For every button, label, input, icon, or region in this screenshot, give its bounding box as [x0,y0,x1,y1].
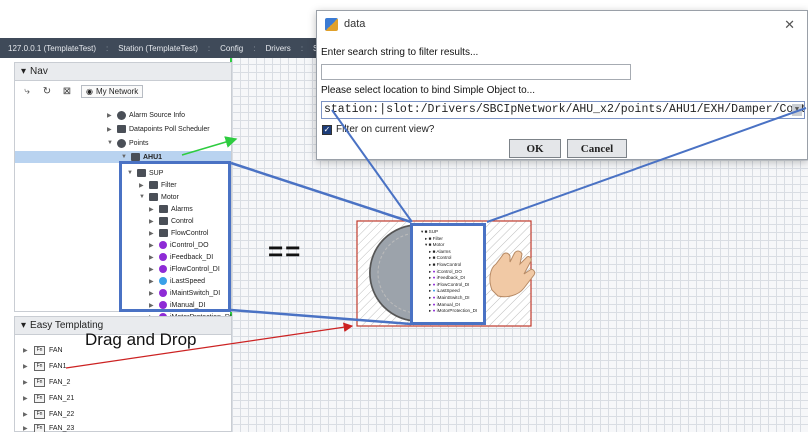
expand-icon[interactable]: ▶ [23,347,30,354]
preview-item: ▸ ● iControl_DO [429,268,462,274]
location-label: Please select location to bind Simple Ob… [321,85,536,96]
preview-item: ▸ ● iMotorProtection_DI [429,308,478,314]
template-item-fan-2[interactable]: ▶ Fn FAN_2 [23,375,70,389]
network-selector[interactable]: ◉ My Network [81,85,144,98]
preview-item: ▾ ■ Motor [425,242,445,248]
tab-host[interactable]: 127.0.0.1 (TemplateTest) [8,44,96,53]
nav-panel-header[interactable]: ▾ Nav [15,63,231,81]
tree-item-poll-scheduler[interactable]: ▶ Datapoints Poll Scheduler [107,123,210,135]
preview-item: ▸ ● iFlowControl_DI [429,281,470,287]
preview-item: ▸ ● iMaintSwitch_DI [429,294,470,300]
preview-item: ▸ ■ FlowControl [429,261,462,267]
template-item-fan-23[interactable]: ▶ Fn FAN_23 [23,421,74,432]
filter-checkbox-row[interactable]: ✓ Filter on current view? [322,124,434,135]
close-icon[interactable]: ✕ [784,17,795,33]
filter-label: Filter on current view? [336,124,435,135]
preview-item: ▸ ● iManual_DI [429,301,460,307]
template-icon: Fn [34,377,45,387]
highlight-frame [119,161,231,312]
expand-icon[interactable]: ▶ [23,425,30,432]
template-icon: Fn [34,361,45,371]
expand-icon[interactable]: ▶ [107,126,114,133]
template-icon: Fn [34,423,45,432]
folder-icon [131,153,140,161]
expand-icon[interactable]: ▶ [23,411,30,418]
close-icon[interactable]: ⊠ [61,86,73,98]
tab-separator: : [106,43,109,53]
expand-icon[interactable]: ▶ [107,112,114,119]
expand-icon[interactable]: ▶ [23,363,30,370]
template-icon: Fn [34,345,45,355]
template-item-fan1[interactable]: ▶ Fn FAN1 [23,359,67,373]
chevron-down-icon[interactable]: ▼ [107,140,114,146]
preview-item: ▸ ■ Filter [425,235,443,241]
refresh-icon[interactable]: ↻ [41,86,53,98]
template-item-fan-22[interactable]: ▶ Fn FAN_22 [23,407,74,421]
scheduler-icon [117,125,126,133]
preview-item: ▸ ■ Control [429,255,452,261]
preview-item: ▸ ● iFeedback_DI [429,275,465,281]
collapse-icon[interactable]: ▾ [21,66,26,77]
tab-separator: : [253,43,256,53]
location-select-value: station:|slot:/Drivers/SBCIpNetwork/AHU_… [324,103,805,116]
chevron-down-icon[interactable]: ▼ [121,154,128,160]
preview-item: ▾ ■ SUP [421,229,439,234]
template-icon: Fn [34,393,45,403]
dialog-title: data [344,18,366,30]
network-label: My Network [95,87,139,96]
tab-drivers[interactable]: Drivers [265,44,290,53]
template-icon: Fn [34,409,45,419]
tab-station[interactable]: Station (TemplateTest) [118,44,198,53]
workbench-icon [325,17,338,31]
bind-location-dialog: data ✕ Enter search string to filter res… [316,10,808,160]
drag-and-drop-annotation: Drag and Drop [85,330,197,349]
nav-panel-title: Nav [30,66,48,77]
points-icon [117,138,126,148]
location-select[interactable]: station:|slot:/Drivers/SBCIpNetwork/AHU_… [321,101,805,119]
tab-separator: : [300,43,304,53]
expand-icon[interactable]: ▶ [23,379,30,386]
filter-checkbox[interactable]: ✓ [322,124,332,135]
network-icon: ◉ [86,87,93,96]
template-item-fan-21[interactable]: ▶ Fn FAN_21 [23,391,74,405]
preview-item: ▸ ● iLastSpeed [429,288,460,294]
tree-item-points[interactable]: ▼ Points [107,137,148,149]
gear-icon [117,110,126,120]
collapse-icon[interactable]: ▾ [21,320,26,331]
expand-icon[interactable]: ▶ [23,395,30,402]
template-item-fan[interactable]: ▶ Fn FAN [23,343,63,357]
cancel-button[interactable]: Cancel [567,139,627,158]
tab-config[interactable]: Config [220,44,243,53]
search-input[interactable] [321,64,631,80]
chevron-down-icon[interactable]: ▼ [792,104,802,116]
tree-item-alarm-source-info[interactable]: ▶ Alarm Source Info [107,109,185,121]
tab-separator: : [207,43,211,53]
dialog-title-bar[interactable]: data [317,11,807,37]
sync-tree-icon[interactable]: ⤷ [21,86,33,98]
preview-item: ▸ ■ Alarms [429,248,451,254]
search-label: Enter search string to filter results... [321,47,479,58]
ok-button[interactable]: OK [509,139,561,158]
equals-annotation: == [268,236,303,266]
template-preview: ▾ ■ SUP ▸ ■ Filter ▾ ■ Motor ▸ ■ Alarms … [410,223,486,325]
nav-toolbar: ⤷ ↻ ⊠ ◉ My Network [15,81,231,102]
